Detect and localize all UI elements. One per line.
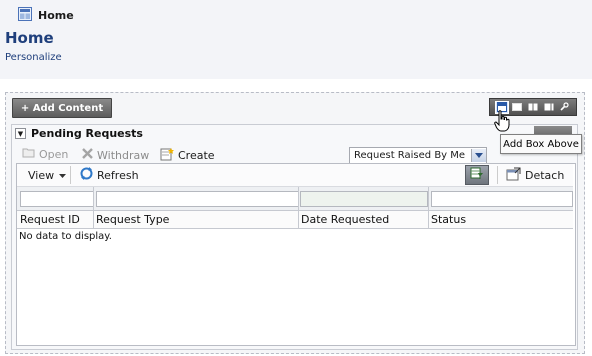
request-filter-select[interactable]: Request Raised By Me xyxy=(349,147,487,164)
filter-request-id-input[interactable] xyxy=(20,191,94,207)
tab-label: Home xyxy=(38,9,74,22)
open-button[interactable]: Open xyxy=(22,147,68,162)
caret-down-icon xyxy=(59,169,67,182)
withdraw-label: Withdraw xyxy=(97,148,150,162)
view-label: View xyxy=(28,168,55,182)
empty-table-message: No data to display. xyxy=(19,231,112,242)
column-header-request-type[interactable]: Request Type xyxy=(96,213,169,226)
three-column-layout-icon[interactable] xyxy=(543,102,555,113)
withdraw-button[interactable]: Withdraw xyxy=(81,147,149,163)
page-title: Home xyxy=(5,29,54,47)
refresh-label: Refresh xyxy=(97,168,139,182)
column-separator xyxy=(298,187,299,228)
open-label: Open xyxy=(39,148,69,161)
column-header-request-id[interactable]: Request ID xyxy=(20,213,80,226)
filter-table-icon xyxy=(470,167,484,183)
create-document-icon xyxy=(160,147,175,164)
refresh-icon xyxy=(79,166,94,184)
add-content-label: + Add Content xyxy=(20,102,104,114)
tab-bar xyxy=(0,0,592,32)
create-label: Create xyxy=(178,149,215,162)
column-separator xyxy=(93,187,94,228)
add-box-above-tooltip: Add Box Above xyxy=(500,134,582,154)
box-title: Pending Requests xyxy=(31,127,143,140)
filter-request-type-input[interactable] xyxy=(96,191,299,207)
column-header-date-requested[interactable]: Date Requested xyxy=(301,213,389,226)
folder-open-icon xyxy=(22,147,36,162)
filter-date-requested-input[interactable] xyxy=(300,191,428,207)
request-filter-value: Request Raised By Me xyxy=(354,150,466,161)
wrench-icon[interactable] xyxy=(558,102,570,113)
add-content-button[interactable]: + Add Content xyxy=(12,98,112,118)
column-header-status[interactable]: Status xyxy=(431,213,466,226)
chevron-down-icon[interactable] xyxy=(471,149,486,162)
detach-icon xyxy=(506,167,521,184)
home-page-icon xyxy=(18,7,32,24)
single-column-layout-icon[interactable] xyxy=(511,102,523,113)
x-icon xyxy=(81,147,94,163)
detach-button[interactable]: Detach xyxy=(497,166,573,184)
view-menu-button[interactable]: View xyxy=(20,166,71,184)
two-column-layout-icon[interactable] xyxy=(527,102,539,113)
create-button[interactable]: Create xyxy=(160,147,215,164)
personalize-link[interactable]: Personalize xyxy=(5,52,62,63)
collapse-icon[interactable]: ▼ xyxy=(15,128,26,139)
box-header: ▼ Pending Requests xyxy=(15,127,143,140)
tab-home[interactable]: Home xyxy=(6,3,84,28)
filter-status-input[interactable] xyxy=(431,191,573,207)
page-header xyxy=(0,31,592,79)
column-separator xyxy=(428,187,429,228)
query-by-example-button[interactable] xyxy=(465,165,489,185)
detach-label: Detach xyxy=(525,168,565,182)
hand-pointer-icon xyxy=(494,110,510,135)
refresh-button[interactable]: Refresh xyxy=(79,166,139,184)
